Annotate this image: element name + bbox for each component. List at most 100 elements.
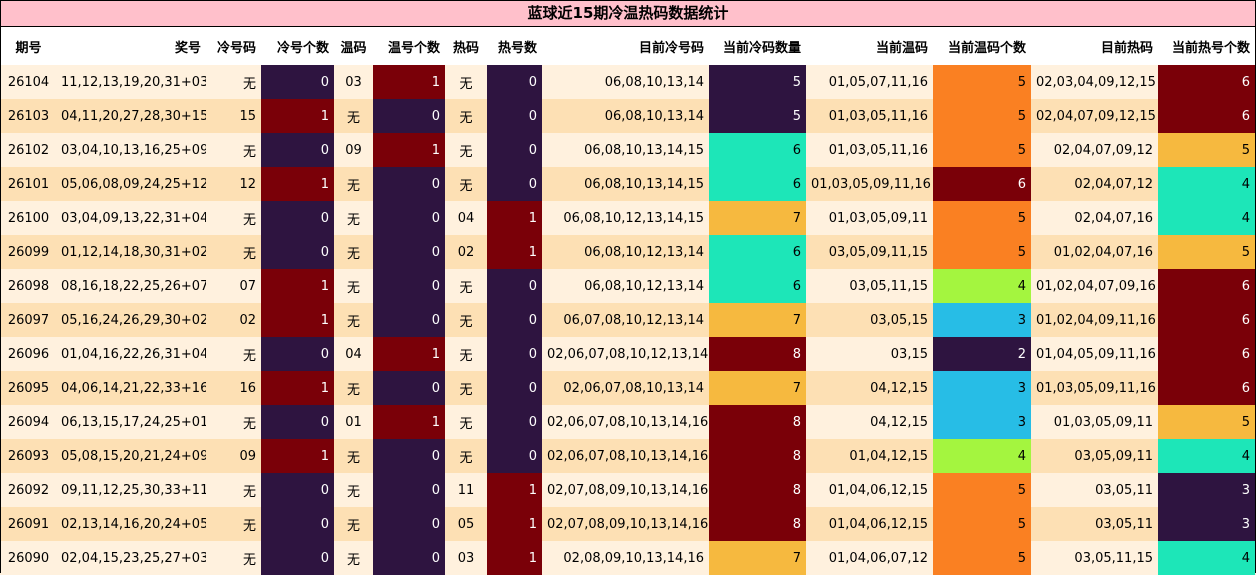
issue-number-cell: 26100 [1,201,56,235]
hot-number-cell: 02 [445,235,487,269]
current-cold-count-cell: 6 [709,269,806,303]
issue-number-cell: 26095 [1,371,56,405]
hot-count-cell: 0 [487,371,542,405]
winning-numbers-cell: 09,11,12,25,30,33+11 [56,473,206,507]
current-cold-count-cell: 7 [709,303,806,337]
current-hot-count-cell: 6 [1158,303,1255,337]
current-hot-count-cell: 6 [1158,337,1255,371]
cold-number-cell: 02 [206,303,261,337]
cold-count-cell: 1 [261,167,334,201]
table-row: 26103 04,11,20,27,28,30+15 15 1 无 0 无 0 06,08,10… [1,99,1255,133]
cold-count-cell: 0 [261,337,334,371]
current-warm-numbers-cell: 01,04,06,12,15 [806,507,933,541]
hot-number-cell: 无 [445,65,487,99]
current-hot-numbers-cell: 02,04,07,16 [1031,201,1158,235]
hot-number-cell: 无 [445,439,487,473]
issue-number-cell: 26098 [1,269,56,303]
table-body: 26104 11,12,13,19,20,31+03 无 0 03 1 无 0 06,08,10… [1,65,1255,575]
warm-count-cell: 0 [373,507,445,541]
current-hot-count-cell: 3 [1158,507,1255,541]
cold-number-cell: 无 [206,201,261,235]
warm-count-cell: 1 [373,133,445,167]
warm-number-cell: 无 [334,371,373,405]
current-cold-numbers-cell: 06,08,10,12,13,14,15 [542,201,709,235]
hot-number-cell: 无 [445,99,487,133]
warm-count-cell: 0 [373,235,445,269]
cold-number-cell: 无 [206,405,261,439]
header-current-cold-count: 当前冷码数量 [709,27,806,65]
winning-numbers-cell: 04,11,20,27,28,30+15 [56,99,206,133]
table-row: 26097 05,16,24,26,29,30+02 02 1 无 0 无 0 06,07,08… [1,303,1255,337]
table-row: 26094 06,13,15,17,24,25+01 无 0 01 1 无 0 02,06,07… [1,405,1255,439]
hot-count-cell: 0 [487,303,542,337]
current-cold-numbers-cell: 06,08,10,13,14 [542,99,709,133]
current-hot-count-cell: 3 [1158,473,1255,507]
hot-count-cell: 0 [487,439,542,473]
current-warm-count-cell: 3 [933,405,1031,439]
current-warm-numbers-cell: 01,03,05,09,11,16 [806,167,933,201]
current-cold-numbers-cell: 02,07,08,09,10,13,14,16 [542,473,709,507]
current-hot-count-cell: 6 [1158,269,1255,303]
table-row: 26096 01,04,16,22,26,31+04 无 0 04 1 无 0 02,06,07… [1,337,1255,371]
cold-count-cell: 0 [261,235,334,269]
current-hot-numbers-cell: 03,05,09,11 [1031,439,1158,473]
warm-number-cell: 无 [334,167,373,201]
hot-count-cell: 1 [487,473,542,507]
current-cold-count-cell: 8 [709,473,806,507]
current-hot-count-cell: 4 [1158,439,1255,473]
hot-number-cell: 无 [445,133,487,167]
hot-count-cell: 0 [487,65,542,99]
hot-number-cell: 无 [445,371,487,405]
hot-number-cell: 无 [445,269,487,303]
warm-number-cell: 无 [334,303,373,337]
table-title: 蓝球近15期冷温热码数据统计 [1,1,1255,27]
warm-count-cell: 0 [373,439,445,473]
current-hot-numbers-cell: 03,05,11 [1031,473,1158,507]
current-cold-numbers-cell: 02,06,07,08,10,13,14,16 [542,439,709,473]
winning-numbers-cell: 03,04,10,13,16,25+09 [56,133,206,167]
current-cold-numbers-cell: 02,07,08,09,10,13,14,16 [542,507,709,541]
current-cold-numbers-cell: 02,06,07,08,10,12,13,14 [542,337,709,371]
warm-count-cell: 0 [373,541,445,575]
current-cold-numbers-cell: 06,08,10,12,13,14 [542,269,709,303]
winning-numbers-cell: 05,06,08,09,24,25+12 [56,167,206,201]
issue-number-cell: 26101 [1,167,56,201]
current-hot-numbers-cell: 02,03,04,09,12,15 [1031,65,1158,99]
current-cold-count-cell: 5 [709,65,806,99]
header-warm-count: 温号个数 [373,27,445,65]
warm-count-cell: 0 [373,99,445,133]
issue-number-cell: 26104 [1,65,56,99]
cold-number-cell: 07 [206,269,261,303]
header-cold-count: 冷号个数 [261,27,334,65]
issue-number-cell: 26091 [1,507,56,541]
current-warm-numbers-cell: 03,05,11,15 [806,269,933,303]
winning-numbers-cell: 08,16,18,22,25,26+07 [56,269,206,303]
current-cold-count-cell: 7 [709,371,806,405]
cold-number-cell: 无 [206,65,261,99]
current-warm-count-cell: 5 [933,201,1031,235]
hot-count-cell: 1 [487,541,542,575]
current-warm-count-cell: 5 [933,541,1031,575]
hot-count-cell: 0 [487,133,542,167]
cold-number-cell: 无 [206,507,261,541]
winning-numbers-cell: 05,16,24,26,29,30+02 [56,303,206,337]
current-hot-count-cell: 5 [1158,235,1255,269]
warm-count-cell: 0 [373,201,445,235]
current-hot-numbers-cell: 03,05,11 [1031,507,1158,541]
winning-numbers-cell: 05,08,15,20,21,24+09 [56,439,206,473]
table-row: 26091 02,13,14,16,20,24+05 无 0 无 0 05 1 02,07,08… [1,507,1255,541]
current-cold-count-cell: 8 [709,439,806,473]
issue-number-cell: 26092 [1,473,56,507]
current-cold-count-cell: 5 [709,99,806,133]
hot-number-cell: 无 [445,337,487,371]
warm-count-cell: 1 [373,65,445,99]
current-cold-count-cell: 7 [709,541,806,575]
cold-number-cell: 无 [206,133,261,167]
cold-count-cell: 1 [261,371,334,405]
current-hot-count-cell: 5 [1158,405,1255,439]
current-warm-count-cell: 4 [933,439,1031,473]
current-hot-numbers-cell: 02,04,07,09,12,15 [1031,99,1158,133]
table-row: 26100 03,04,09,13,22,31+04 无 0 无 0 04 1 06,08,10… [1,201,1255,235]
current-cold-numbers-cell: 06,08,10,13,14,15 [542,133,709,167]
current-warm-count-cell: 4 [933,269,1031,303]
